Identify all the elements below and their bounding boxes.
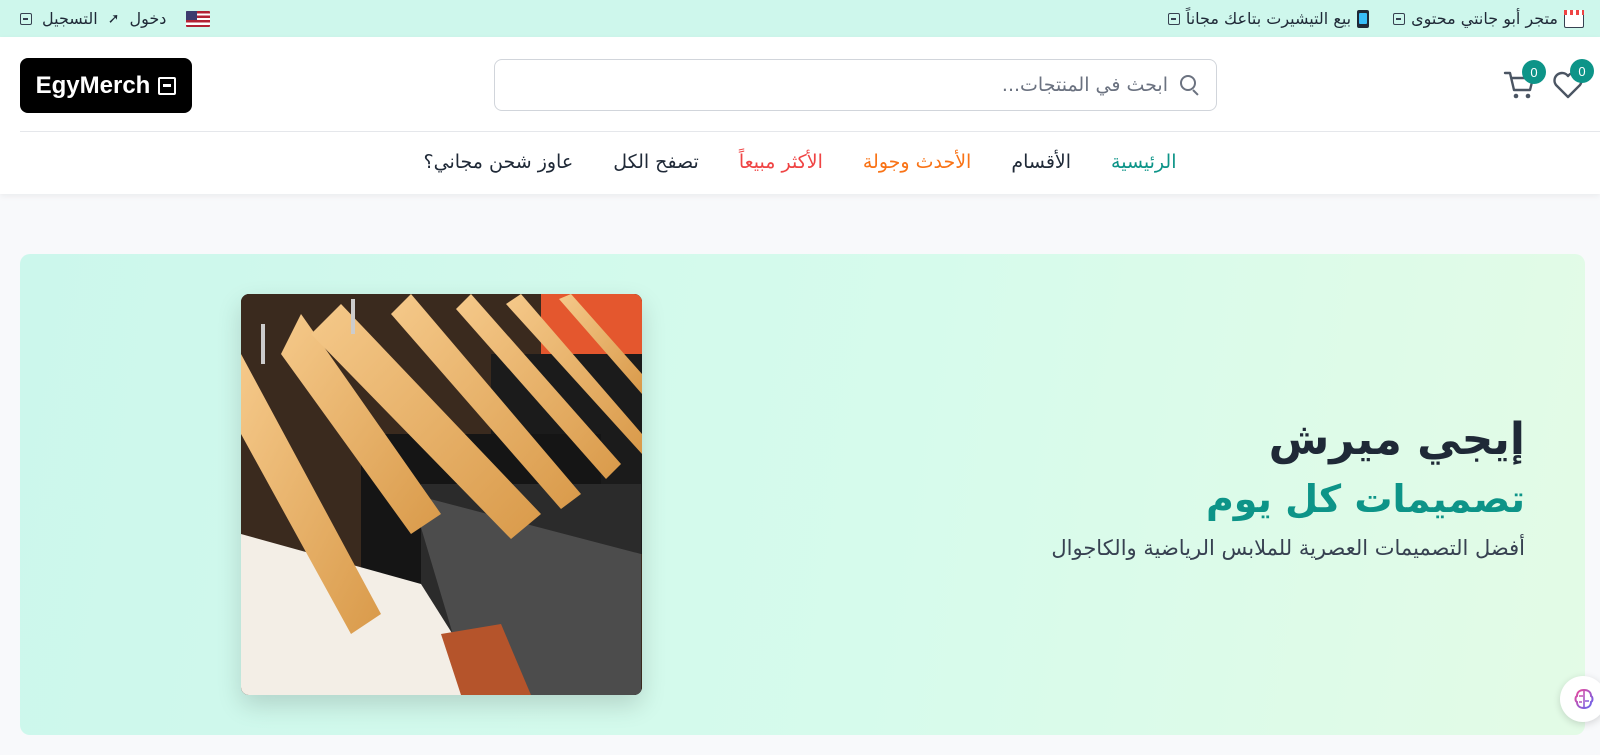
cart-button[interactable]: 0	[1502, 60, 1546, 102]
top-bar: التسجيل ➚ دخول متجر أبو جانتي محتوى بيع …	[0, 0, 1600, 37]
login-icon: ➚	[107, 10, 120, 27]
nav-categories[interactable]: الأقسام	[1011, 151, 1071, 173]
hero-text: إيجي ميرش تصميمات كل يوم أفضل التصميمات …	[1051, 414, 1525, 560]
search-icon[interactable]	[1180, 75, 1200, 96]
cart-count-badge: 0	[1522, 60, 1546, 84]
nav-best-sellers[interactable]: الأكثر مبيعاً	[739, 151, 823, 173]
top-bar-left: التسجيل ➚ دخول	[20, 9, 211, 28]
promo-store-text: متجر أبو جانتي محتوى	[1411, 9, 1558, 28]
hero-description: أفضل التصميمات العصرية للملابس الرياضية …	[1051, 536, 1525, 561]
box-icon	[1167, 12, 1180, 25]
nav-newest[interactable]: الأحدث وجولة	[863, 151, 971, 173]
search-bar	[494, 59, 1217, 111]
us-flag-icon[interactable]	[186, 10, 211, 27]
hero-banner: إيجي ميرش تصميمات كل يوم أفضل التصميمات …	[20, 254, 1585, 735]
promo-sell-text: بيع التيشيرت بتاعك مجاناً	[1185, 9, 1352, 28]
nav-free-shipping[interactable]: عاوز شحن مجاني؟	[424, 151, 574, 173]
login-link[interactable]: دخول	[129, 9, 166, 28]
hero-title: إيجي ميرش	[1268, 414, 1525, 465]
main-nav: الرئيسية الأقسام الأحدث وجولة الأكثر مبي…	[0, 132, 1600, 192]
register-icon	[20, 12, 32, 25]
register-link[interactable]: التسجيل	[42, 9, 98, 28]
site-header: EgyMerch 0 0 الرئيسية الأقسام الأحدث وجو…	[0, 37, 1600, 194]
shop-icon	[1564, 9, 1584, 28]
ai-assistant-button[interactable]	[1560, 676, 1600, 722]
wishlist-button[interactable]: 0	[1552, 59, 1594, 105]
top-bar-right: متجر أبو جانتي محتوى بيع التيشيرت بتاعك …	[1167, 9, 1584, 28]
box-icon	[1393, 12, 1406, 25]
hero-subtitle: تصميمات كل يوم	[1205, 476, 1525, 521]
hero-image	[241, 294, 642, 695]
phone-icon	[1357, 9, 1370, 28]
brain-icon	[1574, 688, 1594, 710]
site-logo[interactable]: EgyMerch	[20, 58, 192, 113]
promo-store-link[interactable]: متجر أبو جانتي محتوى	[1393, 9, 1584, 28]
nav-browse-all[interactable]: تصفح الكل	[613, 151, 699, 173]
clothes-hangers-image	[241, 294, 642, 695]
logo-text: EgyMerch	[35, 71, 151, 99]
promo-sell-link[interactable]: بيع التيشيرت بتاعك مجاناً	[1167, 9, 1370, 28]
wishlist-count-badge: 0	[1570, 59, 1594, 83]
logo-box-icon	[158, 76, 177, 95]
nav-home[interactable]: الرئيسية	[1111, 151, 1176, 173]
search-input[interactable]	[495, 60, 1168, 110]
